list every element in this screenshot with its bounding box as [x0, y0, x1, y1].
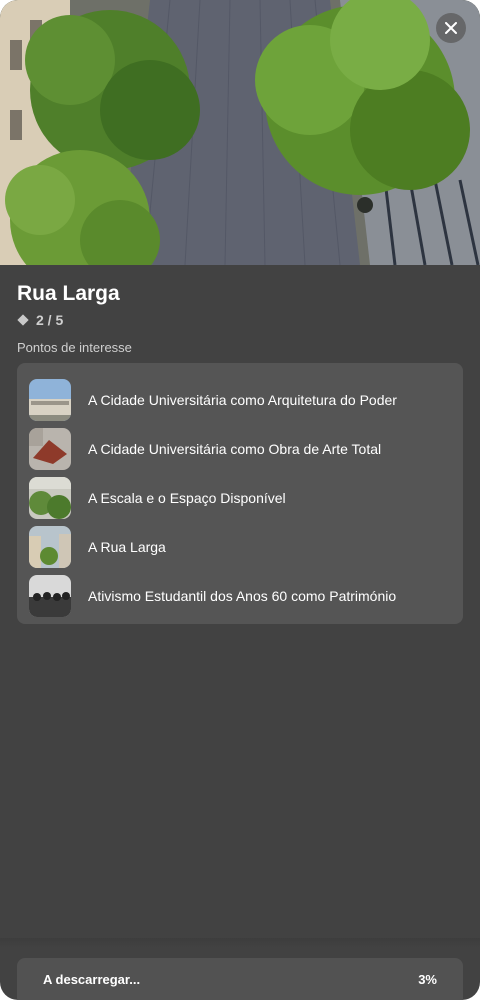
poi-label: A Rua Larga	[88, 538, 166, 555]
poi-item[interactable]: Ativismo Estudantil dos Anos 60 como Pat…	[29, 571, 451, 620]
poi-thumbnail	[29, 378, 71, 421]
section-label: Pontos de interesse	[17, 340, 132, 355]
route-progress-text: 2 / 5	[36, 312, 64, 328]
hero-image	[0, 0, 480, 265]
poi-thumbnail	[29, 574, 71, 617]
poi-item[interactable]: A Escala e o Espaço Disponível	[29, 473, 451, 522]
poi-label: A Cidade Universitária como Arquitetura …	[88, 391, 397, 408]
route-progress: 2 / 5	[17, 312, 63, 328]
poi-label: A Cidade Universitária como Obra de Arte…	[88, 440, 382, 457]
poi-thumbnail	[29, 525, 71, 568]
download-percent: 3%	[418, 971, 437, 987]
poi-thumbnail	[29, 476, 71, 519]
poi-thumbnail	[29, 427, 71, 470]
poi-label: Ativismo Estudantil dos Anos 60 como Pat…	[88, 587, 397, 604]
poi-item[interactable]: A Cidade Universitária como Arquitetura …	[29, 375, 451, 424]
download-progress-bar: A descarregar... 3%	[17, 958, 463, 1000]
poi-item[interactable]: A Cidade Universitária como Obra de Arte…	[29, 424, 451, 473]
poi-list: A Cidade Universitária como Arquitetura …	[17, 363, 463, 624]
download-label: A descarregar...	[43, 971, 141, 987]
route-title: Rua Larga	[17, 282, 120, 305]
diamond-icon	[17, 314, 29, 326]
divider	[0, 938, 480, 948]
route-sheet: Rua Larga 2 / 5 Pontos de interesse A Ci…	[0, 0, 480, 1000]
close-icon	[445, 22, 457, 34]
poi-label: A Escala e o Espaço Disponível	[88, 489, 286, 506]
poi-item[interactable]: A Rua Larga	[29, 522, 451, 571]
close-button[interactable]	[436, 13, 466, 43]
